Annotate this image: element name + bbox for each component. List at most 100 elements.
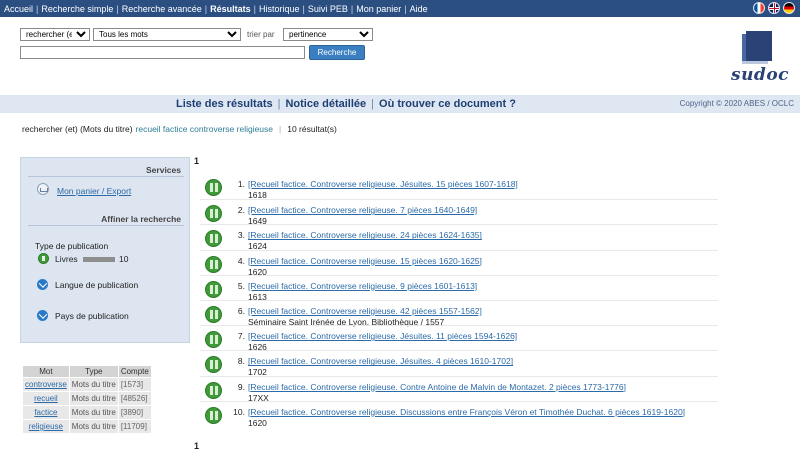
book-icon[interactable] xyxy=(205,205,222,223)
nav-item-3[interactable]: Résultats xyxy=(210,4,251,14)
result-number: 7. xyxy=(237,331,245,342)
terms-header-type: Type xyxy=(69,366,118,377)
nav-item-0[interactable]: Accueil xyxy=(4,4,33,14)
result-title-link[interactable]: [Recueil factice. Controverse religieuse… xyxy=(248,407,685,417)
nav-separator: | xyxy=(204,3,208,14)
result-title-link[interactable]: [Recueil factice. Controverse religieuse… xyxy=(248,281,477,291)
book-icon[interactable] xyxy=(38,253,49,264)
book-icon[interactable] xyxy=(205,179,222,196)
nav-separator: | xyxy=(36,3,39,14)
result-number: 2. xyxy=(237,205,245,216)
result-title-link[interactable]: [Recueil factice. Controverse religieuse… xyxy=(248,382,626,392)
flag-fr-icon[interactable] xyxy=(753,2,765,14)
nav-item-4[interactable]: Historique xyxy=(259,4,300,14)
divider xyxy=(28,225,184,226)
result-number: 1. xyxy=(237,179,245,189)
flag-gb-icon[interactable] xyxy=(768,2,780,14)
result-item: 1. [Recueil factice. Controverse religieu… xyxy=(200,174,718,200)
table-row: factice Mots du titre [3890] xyxy=(23,406,151,419)
nav-item-1[interactable]: Recherche simple xyxy=(41,4,113,14)
result-number: 8. xyxy=(237,356,245,367)
language-flags xyxy=(753,2,795,14)
basket-icon[interactable] xyxy=(37,183,49,195)
terms-header-count: Compte xyxy=(118,366,151,377)
nav-item-6[interactable]: Mon panier xyxy=(356,4,401,14)
nav-separator: | xyxy=(116,3,119,14)
term-count: [48526] xyxy=(118,392,151,405)
result-number: 3. xyxy=(237,230,245,241)
top-nav-bar: Accueil | Recherche simple | Recherche avanc… xyxy=(0,0,800,17)
facet-livres-count: 10 xyxy=(119,254,129,264)
result-title-link[interactable]: [Recueil factice. Controverse religieuse… xyxy=(248,331,517,341)
facet-country-label[interactable]: Pays de publication xyxy=(55,311,129,321)
view-tabs: Liste des résultats | Notice détaillée |… xyxy=(176,95,516,113)
result-number: 9. xyxy=(237,381,245,392)
table-row: religieuse Mots du titre [11709] xyxy=(23,420,151,433)
term-type: Mots du titre xyxy=(69,392,118,405)
result-title-link[interactable]: [Recueil factice. Controverse religieuse… xyxy=(248,230,482,240)
breadcrumb-terms[interactable]: recueil factice controverse religieuse xyxy=(136,124,273,134)
terms-header-row: Mot Type Compte xyxy=(23,366,151,377)
book-icon[interactable] xyxy=(205,381,222,399)
book-icon[interactable] xyxy=(205,280,222,298)
sort-select[interactable]: pertinence xyxy=(283,28,373,41)
expand-language-icon[interactable] xyxy=(37,279,48,290)
facet-language-label[interactable]: Langue de publication xyxy=(55,280,138,290)
result-title-link[interactable]: [Recueil factice. Controverse religieuse… xyxy=(248,356,513,366)
search-button[interactable]: Recherche xyxy=(309,45,365,60)
result-number: 10. xyxy=(233,406,245,417)
result-title-link[interactable]: [Recueil factice. Controverse religieuse… xyxy=(248,205,477,215)
term-word[interactable]: controverse xyxy=(23,378,69,391)
operator-select[interactable]: rechercher (et) xyxy=(20,28,90,41)
term-word[interactable]: recueil xyxy=(23,392,69,405)
book-icon[interactable] xyxy=(205,331,222,349)
divider xyxy=(28,176,184,177)
results-list: 1. [Recueil factice. Controverse religieu… xyxy=(200,174,720,428)
search-input[interactable] xyxy=(20,46,305,59)
facet-livres-bar xyxy=(83,257,115,262)
nav-item-5[interactable]: Suivi PEB xyxy=(308,4,348,14)
nav-item-2[interactable]: Recherche avancée xyxy=(122,4,202,14)
tab-separator: | xyxy=(371,98,375,110)
book-icon[interactable] xyxy=(205,230,222,248)
nav-separator: | xyxy=(350,3,354,14)
result-title-link[interactable]: [Recueil factice. Controverse religieuse… xyxy=(248,256,482,266)
book-logo-icon xyxy=(742,31,772,64)
pagination-bottom[interactable]: 1 xyxy=(194,441,199,451)
expand-country-icon[interactable] xyxy=(37,310,48,321)
result-count: 10 résultat(s) xyxy=(287,124,337,134)
term-word[interactable]: factice xyxy=(23,406,69,419)
pub-type-label: Type de publication xyxy=(35,241,109,251)
sort-label: trier par xyxy=(247,30,275,39)
field-select[interactable]: Tous les mots xyxy=(93,28,241,41)
tab-results-list[interactable]: Liste des résultats xyxy=(176,98,273,110)
term-count: [1573] xyxy=(118,378,151,391)
search-terms-table: Mot Type Compte controverse Mots du titr… xyxy=(22,365,152,434)
tab-detailed-record[interactable]: Notice détaillée xyxy=(285,98,366,110)
table-row: controverse Mots du titre [1573] xyxy=(23,378,151,391)
nav-item-7[interactable]: Aide xyxy=(410,4,428,14)
book-icon[interactable] xyxy=(205,356,222,374)
basket-export-link[interactable]: Mon panier / Export xyxy=(57,186,131,196)
sudoc-logo[interactable]: sudoc xyxy=(728,29,794,95)
result-item: 5. [Recueil factice. Controverse religieu… xyxy=(200,274,718,302)
result-title-link[interactable]: [Recueil factice. Controverse religieuse… xyxy=(248,306,482,316)
result-title-link[interactable]: [Recueil factice. Controverse religieuse… xyxy=(248,179,518,189)
tab-where-to-find[interactable]: Où trouver ce document ? xyxy=(379,98,516,110)
term-count: [11709] xyxy=(118,420,151,433)
term-word[interactable]: religieuse xyxy=(23,420,69,433)
result-item: 9. [Recueil factice. Controverse religieu… xyxy=(200,375,718,403)
term-type: Mots du titre xyxy=(69,378,118,391)
result-item: 10. [Recueil factice. Controverse religie… xyxy=(200,400,718,428)
tab-bar: Liste des résultats | Notice détaillée |… xyxy=(0,95,800,113)
book-icon[interactable] xyxy=(205,255,222,273)
terms-header-word: Mot xyxy=(23,366,69,377)
result-number: 4. xyxy=(237,255,245,266)
flag-de-icon[interactable] xyxy=(783,2,795,14)
book-icon[interactable] xyxy=(205,406,222,424)
nav-separator: | xyxy=(302,3,305,14)
book-icon[interactable] xyxy=(205,305,222,323)
facet-livres-label[interactable]: Livres xyxy=(55,254,78,264)
nav-separator: | xyxy=(253,3,256,14)
pagination-top[interactable]: 1 xyxy=(194,156,199,166)
